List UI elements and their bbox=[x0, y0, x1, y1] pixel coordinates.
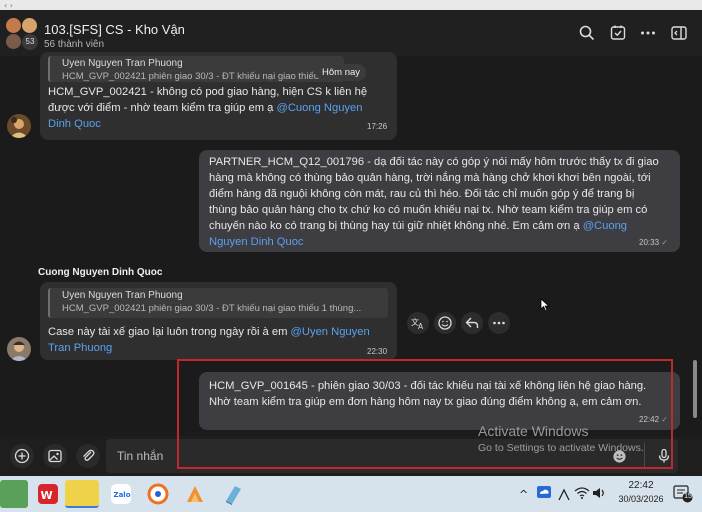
message-text: chuyến nào ko có trang bị thùng hay túi … bbox=[209, 220, 583, 232]
zalo-label: Zalo bbox=[114, 491, 131, 499]
chevron-up-icon[interactable]: ^ bbox=[519, 488, 528, 501]
message-bubble[interactable]: PARTNER_HCM_Q12_001796 - dạ đối tác này … bbox=[199, 150, 680, 252]
message-text-line: HCM_GVP_002421 - không có pod giao hàng,… bbox=[48, 86, 368, 98]
react-button[interactable] bbox=[434, 312, 456, 334]
mention-link[interactable]: @Uyen Nguyen bbox=[291, 326, 370, 338]
highlight-box bbox=[177, 359, 673, 469]
reply-button[interactable] bbox=[461, 312, 483, 334]
mention-link[interactable]: Tran Phuong bbox=[48, 342, 112, 354]
volume-icon[interactable] bbox=[592, 486, 606, 503]
member-count-badge: 53 bbox=[22, 34, 38, 50]
mention-link[interactable]: Dinh Quoc bbox=[48, 118, 101, 130]
group-title[interactable]: 103.[SFS] CS - Kho Vận bbox=[44, 22, 185, 37]
windows-taskbar: W Zalo ^ 22:42 30/03/2026 15 bbox=[0, 476, 702, 512]
quoted-text: HCM_GVP_002421 phiên giao 30/3 - ĐT khiế… bbox=[62, 303, 362, 314]
message-time: 22:30 bbox=[367, 347, 388, 356]
svg-text:A: A bbox=[418, 322, 424, 331]
sent-check-icon: ✓ bbox=[661, 238, 668, 247]
paperclip-icon bbox=[83, 449, 95, 461]
group-avatar[interactable]: 53 bbox=[6, 18, 38, 50]
mention-link[interactable]: @Cuong bbox=[583, 220, 627, 232]
message-bubble[interactable]: Uyen Nguyen Tran Phuong HCM_GVP_002421 p… bbox=[40, 282, 397, 360]
message-input-placeholder: Tin nhắn bbox=[117, 449, 164, 463]
more-actions-button[interactable] bbox=[488, 312, 510, 334]
message-text-line: PARTNER_HCM_Q12_001796 - dạ đối tác này … bbox=[209, 156, 659, 168]
app-icon[interactable] bbox=[0, 480, 28, 508]
sticky-notes-icon[interactable] bbox=[65, 480, 99, 508]
message-text: Case này tài xế giao lại luôn trong ngày… bbox=[48, 326, 291, 338]
translate-button[interactable]: 文A bbox=[407, 312, 429, 334]
wifi-icon[interactable] bbox=[574, 486, 590, 503]
zalo-icon[interactable]: Zalo bbox=[107, 480, 135, 508]
todo-icon[interactable] bbox=[609, 24, 627, 42]
clock-time: 22:42 bbox=[628, 480, 654, 491]
message-text: được với điểm - nhờ team kiểm tra giúp e… bbox=[48, 102, 277, 114]
plus-circle-icon bbox=[14, 448, 30, 464]
chat-header: 53 103.[SFS] CS - Kho Vận 56 thành viên bbox=[0, 10, 702, 56]
window-controls-icon: ‹ › bbox=[4, 1, 13, 10]
more-icon bbox=[493, 321, 505, 325]
message-text-line: Tran Phuong bbox=[48, 340, 112, 356]
mouse-cursor-icon bbox=[540, 298, 550, 317]
search-icon[interactable] bbox=[578, 24, 596, 42]
mention-link[interactable]: @Cuong Nguyen bbox=[276, 102, 362, 114]
message-text-line: thùng bảo quản hàng cho tx chứ ko có muố… bbox=[209, 204, 648, 216]
notification-button[interactable]: 15 bbox=[673, 485, 693, 503]
image-icon bbox=[48, 449, 62, 463]
message-text-line: chuyến nào ko có trang bị thùng hay túi … bbox=[209, 218, 627, 234]
scrollbar-thumb[interactable] bbox=[693, 360, 697, 418]
system-clock[interactable]: 22:42 30/03/2026 bbox=[612, 480, 670, 504]
app-window: ‹ › 53 103.[SFS] CS - Kho Vận 56 thành v… bbox=[0, 0, 702, 512]
image-button[interactable] bbox=[43, 444, 67, 468]
avatar[interactable] bbox=[7, 337, 31, 361]
quoted-sender: Uyen Nguyen Tran Phuong bbox=[62, 58, 183, 69]
quoted-message[interactable]: Uyen Nguyen Tran Phuong HCM_GVP_002421 p… bbox=[48, 288, 388, 318]
message-text-line: điểm hàng đã nguội không còn mát, rau củ… bbox=[209, 188, 635, 200]
quoted-text: HCM_GVP_002421 phiên giao 30/3 - ĐT khiế… bbox=[62, 71, 320, 82]
app-icon-book[interactable] bbox=[219, 480, 247, 508]
svg-text:W: W bbox=[41, 489, 53, 502]
app-icon-orange-ring[interactable] bbox=[144, 480, 172, 508]
translate-icon: 文A bbox=[411, 317, 424, 331]
message-text-line: Case này tài xế giao lại luôn trong ngày… bbox=[48, 324, 370, 340]
wps-icon[interactable]: W bbox=[34, 480, 62, 508]
notification-count: 15 bbox=[684, 493, 692, 500]
message-time: 20:33 ✓ bbox=[639, 238, 668, 247]
avatar[interactable] bbox=[7, 114, 31, 138]
member-count[interactable]: 56 thành viên bbox=[44, 39, 104, 50]
attach-button[interactable] bbox=[76, 444, 100, 468]
message-time: 17:26 bbox=[367, 122, 388, 131]
message-time-text: 20:33 bbox=[639, 238, 660, 247]
cloud-icon[interactable] bbox=[536, 485, 552, 502]
quoted-message[interactable]: Uyen Nguyen Tran Phuong HCM_GVP_002421 p… bbox=[48, 56, 344, 82]
member-avatar bbox=[22, 18, 37, 33]
window-top-strip: ‹ › bbox=[0, 0, 702, 10]
app-icon-orange[interactable] bbox=[181, 480, 209, 508]
smile-icon bbox=[438, 316, 452, 330]
message-text-line: Nguyen Dinh Quoc bbox=[209, 234, 304, 250]
language-icon[interactable] bbox=[557, 488, 571, 505]
reply-icon bbox=[465, 317, 479, 328]
sender-name[interactable]: Cuong Nguyen Dinh Quoc bbox=[38, 267, 162, 278]
member-avatar bbox=[6, 34, 21, 49]
message-text-line: Dinh Quoc bbox=[48, 116, 101, 132]
quoted-sender: Uyen Nguyen Tran Phuong bbox=[62, 290, 183, 301]
more-icon[interactable] bbox=[639, 24, 657, 42]
mention-link[interactable]: Nguyen Dinh Quoc bbox=[209, 236, 304, 248]
add-button[interactable] bbox=[10, 444, 34, 468]
message-text-line: hàng mà không có thùng bảo quản hàng, tr… bbox=[209, 172, 651, 184]
member-avatar bbox=[6, 18, 21, 33]
sidebar-toggle-icon[interactable] bbox=[670, 24, 688, 42]
date-divider: Hôm nay bbox=[316, 64, 367, 81]
clock-date: 30/03/2026 bbox=[618, 494, 664, 504]
message-text-line: được với điểm - nhờ team kiểm tra giúp e… bbox=[48, 100, 362, 116]
